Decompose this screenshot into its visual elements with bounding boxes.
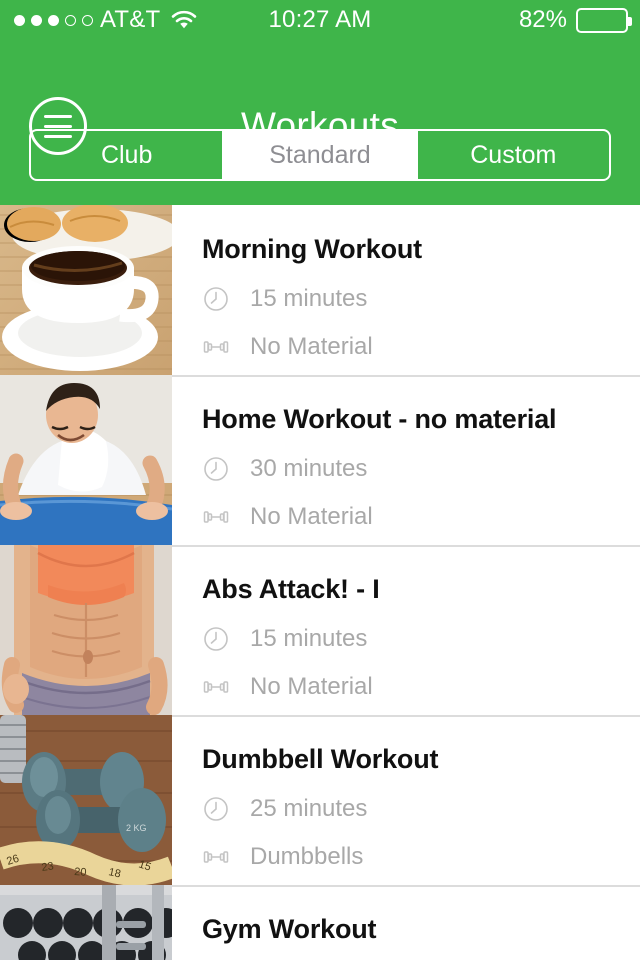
clock-icon xyxy=(204,286,228,311)
workout-material-label: No Material xyxy=(250,332,373,360)
dumbbell-icon xyxy=(203,850,229,863)
workout-duration-label: 15 minutes xyxy=(250,284,368,312)
battery-percent-label: 82% xyxy=(518,6,567,33)
workout-duration: 15 minutes xyxy=(202,285,640,313)
workout-material-label: No Material xyxy=(250,672,373,700)
workout-material-label: No Material xyxy=(250,502,373,530)
navigation-bar: Workouts xyxy=(0,40,640,155)
workouts-list[interactable]: Morning Workout 15 minutes No Material H… xyxy=(0,205,640,960)
battery-icon xyxy=(576,7,632,33)
status-bar-right: 82% xyxy=(518,0,632,40)
svg-text:2 KG: 2 KG xyxy=(126,823,147,833)
workouts-screen: AT&T 10:27 AM 82% Workouts Club Standard… xyxy=(0,0,640,960)
workout-thumbnail: 2 KG 26 23 20 18 15 xyxy=(0,715,172,885)
workout-duration: 15 minutes xyxy=(202,625,640,653)
segment-standard[interactable]: Standard xyxy=(224,131,418,179)
workout-title: Abs Attack! - I xyxy=(202,574,380,604)
workout-list-item[interactable]: Home Workout - no material 30 minutes No… xyxy=(0,375,640,545)
workout-list-item[interactable]: Morning Workout 15 minutes No Material xyxy=(0,205,640,375)
workout-info: Abs Attack! - I 15 minutes No Material xyxy=(202,545,640,715)
workout-info: Home Workout - no material 30 minutes No… xyxy=(202,375,640,545)
clock-icon xyxy=(204,456,228,481)
app-header: AT&T 10:27 AM 82% Workouts Club Standard… xyxy=(0,0,640,205)
workout-material: No Material xyxy=(202,333,640,361)
workout-list-item[interactable]: Abs Attack! - I 15 minutes No Material xyxy=(0,545,640,715)
workout-title: Home Workout - no material xyxy=(202,404,557,434)
workout-material: No Material xyxy=(202,503,640,531)
svg-text:20: 20 xyxy=(74,866,87,879)
workout-thumbnail xyxy=(0,375,172,545)
svg-text:23: 23 xyxy=(41,860,55,874)
workout-info: Morning Workout 15 minutes No Material xyxy=(202,205,640,375)
dumbbell-icon xyxy=(203,510,229,523)
svg-text:18: 18 xyxy=(107,866,121,880)
workout-type-segmented-control[interactable]: Club Standard Custom xyxy=(29,129,611,181)
workout-list-item[interactable]: Gym Workout xyxy=(0,885,640,960)
dumbbell-icon xyxy=(203,340,229,353)
workout-thumbnail xyxy=(0,885,172,960)
segment-custom[interactable]: Custom xyxy=(418,131,609,179)
workout-info: Dumbbell Workout 25 minutes Dumbbells xyxy=(202,715,640,885)
workout-title: Gym Workout xyxy=(202,914,377,944)
workout-thumbnail xyxy=(0,545,172,715)
workout-duration-label: 25 minutes xyxy=(250,794,368,822)
workout-duration-label: 15 minutes xyxy=(250,624,368,652)
segment-club[interactable]: Club xyxy=(31,131,225,179)
clock-icon xyxy=(204,626,228,651)
workout-material: No Material xyxy=(202,673,640,701)
workout-duration: 25 minutes xyxy=(202,795,640,823)
clock-icon xyxy=(204,796,228,821)
dumbbell-icon xyxy=(203,680,229,693)
ios-status-bar: AT&T 10:27 AM 82% xyxy=(0,0,640,40)
workout-title: Dumbbell Workout xyxy=(202,744,439,774)
workout-duration-label: 30 minutes xyxy=(250,454,368,482)
workout-duration: 30 minutes xyxy=(202,455,640,483)
workout-thumbnail xyxy=(0,205,172,375)
workout-material: Dumbbells xyxy=(202,843,640,871)
workout-title: Morning Workout xyxy=(202,234,422,264)
workout-list-item[interactable]: 2 KG 26 23 20 18 15 Dumbbell Workout 25 … xyxy=(0,715,640,885)
workout-info: Gym Workout xyxy=(202,885,640,960)
workout-material-label: Dumbbells xyxy=(250,842,364,870)
